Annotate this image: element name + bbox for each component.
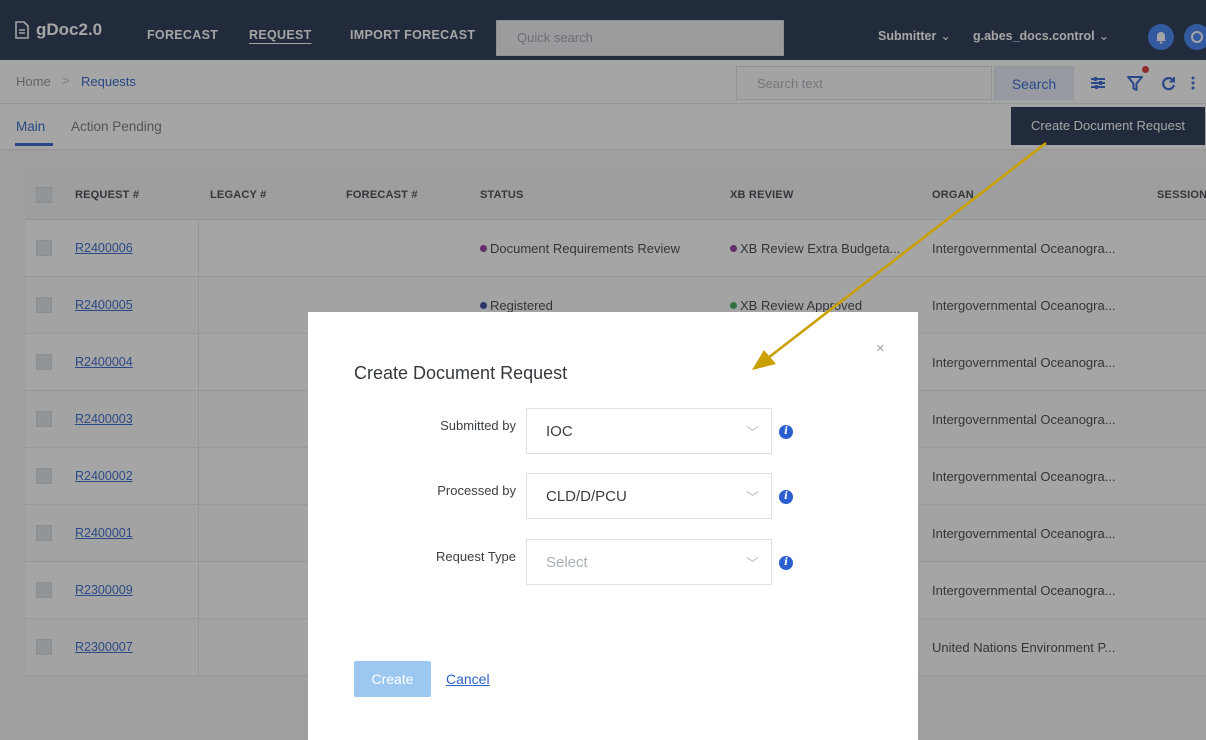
submitted-by-select[interactable]: IOC ﹀ bbox=[526, 408, 772, 454]
info-icon[interactable]: i bbox=[779, 425, 793, 439]
processed-by-select[interactable]: CLD/D/PCU ﹀ bbox=[526, 473, 772, 519]
create-button[interactable]: Create bbox=[354, 661, 431, 697]
submitted-by-label: Submitted by bbox=[440, 418, 516, 433]
chevron-down-icon: ﹀ bbox=[745, 556, 759, 571]
processed-by-value: CLD/D/PCU bbox=[546, 488, 627, 505]
request-type-value: Select bbox=[546, 554, 588, 571]
chevron-down-icon: ﹀ bbox=[745, 425, 759, 440]
processed-by-label: Processed by bbox=[437, 483, 516, 498]
info-icon[interactable]: i bbox=[779, 556, 793, 570]
chevron-down-icon: ﹀ bbox=[745, 490, 759, 505]
cancel-link[interactable]: Cancel bbox=[446, 671, 490, 687]
create-document-request-dialog: × Create Document Request Submitted by I… bbox=[308, 312, 918, 740]
request-type-select[interactable]: Select ﹀ bbox=[526, 539, 772, 585]
dialog-title: Create Document Request bbox=[354, 363, 568, 383]
request-type-label: Request Type bbox=[436, 549, 516, 564]
close-icon[interactable]: × bbox=[876, 340, 885, 357]
info-icon[interactable]: i bbox=[779, 490, 793, 504]
submitted-by-value: IOC bbox=[546, 423, 573, 440]
